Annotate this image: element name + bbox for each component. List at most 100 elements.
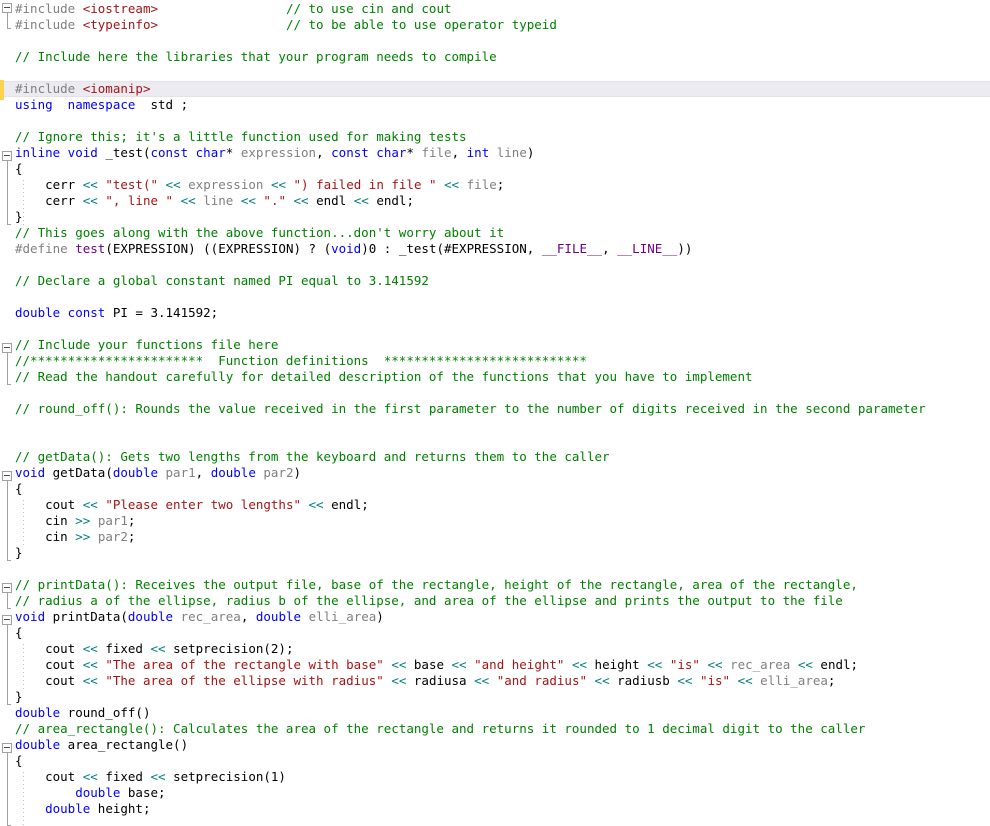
token-str: ") failed in file ": [294, 177, 437, 192]
code-line[interactable]: double const PI = 3.141592;: [0, 305, 990, 321]
fold-region-test-function[interactable]: [2, 151, 12, 161]
fold-region-getdata[interactable]: [2, 471, 12, 481]
token-cmt: // getData(): Gets two lengths from the …: [15, 449, 610, 464]
token-cmt: // Read the handout carefully for detail…: [15, 369, 753, 384]
token-fn: [263, 177, 271, 192]
token-fn: [233, 193, 241, 208]
fold-region-printdata[interactable]: [2, 615, 12, 625]
token-mac: test: [75, 241, 105, 256]
code-line[interactable]: cin >> par1;: [0, 513, 990, 529]
token-pp: #include: [15, 81, 83, 96]
token-fn: cout: [15, 673, 83, 688]
token-fn: cout: [15, 497, 83, 512]
code-line[interactable]: // Declare a global constant named PI eq…: [0, 273, 990, 289]
token-fn: ): [527, 145, 535, 160]
token-kw: double: [113, 465, 158, 480]
code-line[interactable]: }: [0, 689, 990, 705]
code-line[interactable]: {: [0, 161, 990, 177]
token-fn: setprecision(1): [166, 769, 286, 784]
token-fn: cerr: [15, 193, 83, 208]
token-op: >>: [75, 513, 90, 528]
code-line[interactable]: // Read the handout carefully for detail…: [0, 369, 990, 385]
code-line[interactable]: double round_off(): [0, 705, 990, 721]
code-line[interactable]: {: [0, 753, 990, 769]
token-fn: [459, 177, 467, 192]
token-fn: [158, 465, 166, 480]
code-line[interactable]: // Ignore this; it's a little function u…: [0, 129, 990, 145]
code-line[interactable]: [0, 257, 990, 273]
code-line[interactable]: }: [0, 209, 990, 225]
fold-region-area-rectangle[interactable]: [2, 743, 12, 753]
code-line[interactable]: {: [0, 625, 990, 641]
code-line[interactable]: // getData(): Gets two lengths from the …: [0, 449, 990, 465]
token-fn: base: [406, 657, 451, 672]
code-line[interactable]: [0, 113, 990, 129]
code-line[interactable]: [0, 385, 990, 401]
fold-region-includes[interactable]: [2, 3, 12, 13]
code-line[interactable]: double base;: [0, 785, 990, 801]
code-line[interactable]: [0, 321, 990, 337]
code-line[interactable]: [0, 417, 990, 433]
token-fn: setprecision(2);: [166, 641, 294, 656]
code-line[interactable]: [0, 289, 990, 305]
token-fn: [158, 177, 166, 192]
code-line[interactable]: // This goes along with the above functi…: [0, 225, 990, 241]
code-line[interactable]: // Include here the libraries that your …: [0, 49, 990, 65]
token-op: <<: [150, 769, 165, 784]
token-cmt: // Ignore this; it's a little function u…: [15, 129, 467, 144]
code-line[interactable]: #define test(EXPRESSION) ((EXPRESSION) ?…: [0, 241, 990, 257]
code-line[interactable]: #include <iomanip>: [0, 81, 990, 97]
fold-line-includes: [7, 13, 8, 29]
code-line[interactable]: inline void _test(const char* expression…: [0, 145, 990, 161]
code-editor[interactable]: #include <iostream> // to use cin and co…: [0, 0, 990, 826]
token-fn: std: [150, 97, 173, 112]
fold-region-functions-file[interactable]: [2, 343, 12, 353]
code-line[interactable]: // Include your functions file here: [0, 337, 990, 353]
token-fn: height: [587, 657, 647, 672]
fold-region-printdata-comment[interactable]: [2, 583, 12, 593]
code-line[interactable]: [0, 433, 990, 449]
token-kw: double: [15, 705, 60, 720]
code-line[interactable]: cerr << "test(" << expression << ") fail…: [0, 177, 990, 193]
token-cmt: // This goes along with the above functi…: [15, 225, 504, 240]
code-line[interactable]: cout << "The area of the rectangle with …: [0, 657, 990, 673]
token-fn: _test(: [98, 145, 151, 160]
token-fn: base;: [120, 785, 165, 800]
token-fn: printData(: [45, 609, 128, 624]
code-line[interactable]: cout << fixed << setprecision(1): [0, 769, 990, 785]
token-op: <<: [309, 497, 324, 512]
token-fn: {: [15, 161, 23, 176]
token-fn: endl;: [324, 497, 369, 512]
code-line[interactable]: cerr << ", line " << line << "." << endl…: [0, 193, 990, 209]
code-line[interactable]: cout << fixed << setprecision(2);: [0, 641, 990, 657]
code-line[interactable]: // printData(): Receives the output file…: [0, 577, 990, 593]
code-line[interactable]: // round_off(): Rounds the value receive…: [0, 401, 990, 417]
code-line[interactable]: [0, 33, 990, 49]
code-line[interactable]: double height;: [0, 801, 990, 817]
code-line[interactable]: [0, 561, 990, 577]
code-line[interactable]: #include <typeinfo> // to be able to use…: [0, 17, 990, 33]
token-cmt: // area_rectangle(): Calculates the area…: [15, 721, 865, 736]
code-line[interactable]: // radius a of the ellipse, radius b of …: [0, 593, 990, 609]
token-op: <<: [83, 193, 98, 208]
token-var: file: [421, 145, 451, 160]
token-kw: using namespace: [15, 97, 135, 112]
code-line[interactable]: using namespace std ;: [0, 97, 990, 113]
code-line[interactable]: {: [0, 481, 990, 497]
code-line[interactable]: cout << "Please enter two lengths" << en…: [0, 497, 990, 513]
token-str: "Please enter two lengths": [105, 497, 301, 512]
code-line[interactable]: double area_rectangle(): [0, 737, 990, 753]
code-line[interactable]: void printData(double rec_area, double e…: [0, 609, 990, 625]
code-line[interactable]: }: [0, 545, 990, 561]
code-line[interactable]: cin >> par2;: [0, 529, 990, 545]
code-line[interactable]: [0, 65, 990, 81]
code-line[interactable]: // area_rectangle(): Calculates the area…: [0, 721, 990, 737]
code-line[interactable]: //*********************** Function defin…: [0, 353, 990, 369]
code-line[interactable]: #include <iostream> // to use cin and co…: [0, 1, 990, 17]
token-fn: {: [15, 625, 23, 640]
fold-margin[interactable]: [0, 0, 14, 826]
code-line[interactable]: cout << "The area of the ellipse with ra…: [0, 673, 990, 689]
token-fn: {: [15, 481, 23, 496]
code-text-area[interactable]: #include <iostream> // to use cin and co…: [0, 0, 990, 817]
code-line[interactable]: void getData(double par1, double par2): [0, 465, 990, 481]
